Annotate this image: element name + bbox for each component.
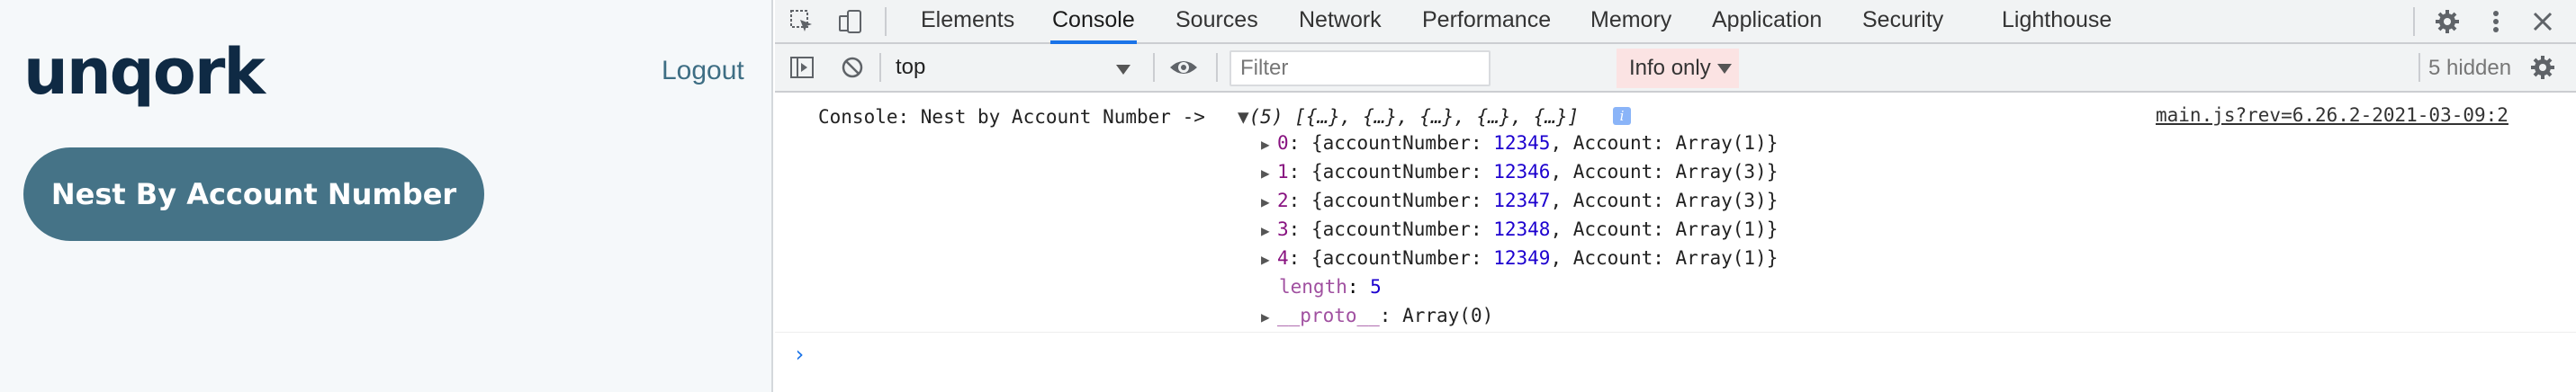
execution-context-value: top — [896, 55, 926, 79]
console-settings-gear-icon[interactable] — [2526, 51, 2559, 84]
inspect-element-icon[interactable] — [786, 5, 818, 38]
log-levels-value: Info only — [1629, 56, 1711, 80]
sidebar-toggle-icon[interactable] — [786, 51, 818, 84]
close-icon[interactable] — [2526, 5, 2559, 38]
console-filter-input[interactable] — [1229, 50, 1491, 86]
tab-lighthouse[interactable]: Lighthouse — [2000, 0, 2113, 44]
toolbar-divider — [2413, 7, 2415, 36]
tab-network[interactable]: Network — [1297, 0, 1383, 44]
console-output: Console: Nest by Account Number -> ▼(5) … — [775, 93, 2576, 392]
array-proto-property[interactable]: ▶ __proto__: Array(0) — [1261, 302, 1493, 331]
toolbar-divider — [885, 7, 887, 36]
logout-link[interactable]: Logout — [662, 56, 744, 86]
console-divider — [775, 332, 2576, 333]
toolbar-divider — [1216, 53, 1218, 82]
array-summary-text: (5) [{…}, {…}, {…}, {…}, {…}] — [1248, 106, 1580, 128]
collapsed-triangle-icon: ▶ — [1261, 193, 1270, 210]
collapsed-triangle-icon: ▶ — [1261, 136, 1270, 153]
tab-elements[interactable]: Elements — [919, 0, 1016, 44]
app-pane: unqork Logout Nest By Account Number — [0, 0, 773, 392]
console-toolbar: top Info only 5 hidden — [775, 44, 2576, 93]
console-message-text: Console: Nest by Account Number -> — [818, 106, 1205, 128]
clear-console-icon[interactable] — [836, 51, 869, 84]
array-entry[interactable]: ▶ 3: {accountNumber: 12348, Account: Arra… — [1261, 216, 1778, 245]
array-length-property: length: 5 — [1279, 276, 1382, 298]
toolbar-divider — [879, 53, 881, 82]
more-options-icon[interactable] — [2480, 5, 2512, 38]
tab-console[interactable]: Console — [1050, 0, 1137, 44]
info-icon[interactable]: i — [1613, 107, 1631, 125]
settings-gear-icon[interactable] — [2431, 5, 2463, 38]
live-expression-eye-icon[interactable] — [1167, 51, 1200, 84]
collapsed-triangle-icon: ▶ — [1261, 308, 1270, 325]
tab-performance[interactable]: Performance — [1420, 0, 1553, 44]
collapsed-triangle-icon: ▶ — [1261, 222, 1270, 239]
collapsed-triangle-icon: ▶ — [1261, 251, 1270, 268]
chevron-down-icon — [1116, 65, 1130, 75]
toolbar-divider — [2418, 53, 2420, 82]
array-entry[interactable]: ▶ 1: {accountNumber: 12346, Account: Arra… — [1261, 158, 1778, 187]
collapsed-triangle-icon: ▶ — [1261, 165, 1270, 182]
unqork-logo: unqork — [23, 35, 266, 109]
device-toolbar-icon[interactable] — [834, 5, 867, 38]
execution-context-select[interactable]: top — [887, 49, 1130, 85]
hidden-messages-count: 5 hidden — [2428, 56, 2512, 80]
array-summary-toggle[interactable]: ▼(5) [{…}, {…}, {…}, {…}, {…}] — [1238, 103, 1579, 130]
console-prompt-icon[interactable]: › — [793, 341, 806, 368]
devtools-tab-bar: Elements Console Sources Network Perform… — [775, 0, 2576, 44]
devtools-panel: Elements Console Sources Network Perform… — [775, 0, 2576, 392]
nest-by-account-number-button[interactable]: Nest By Account Number — [23, 147, 484, 241]
toolbar-divider — [1153, 53, 1155, 82]
tab-security[interactable]: Security — [1860, 0, 1945, 44]
array-entry[interactable]: ▶ 0: {accountNumber: 12345, Account: Arra… — [1261, 129, 1778, 158]
chevron-down-icon — [1717, 64, 1732, 74]
tab-sources[interactable]: Sources — [1174, 0, 1260, 44]
array-entry[interactable]: ▶ 4: {accountNumber: 12349, Account: Arra… — [1261, 245, 1778, 273]
tab-application[interactable]: Application — [1710, 0, 1824, 44]
expanded-triangle-icon: ▼ — [1238, 106, 1249, 128]
log-levels-dropdown[interactable]: Info only — [1617, 49, 1739, 88]
array-entry[interactable]: ▶ 2: {accountNumber: 12347, Account: Arra… — [1261, 187, 1778, 216]
tab-memory[interactable]: Memory — [1589, 0, 1673, 44]
source-link[interactable]: main.js?rev=6.26.2-2021-03-09:2 — [2156, 102, 2508, 129]
